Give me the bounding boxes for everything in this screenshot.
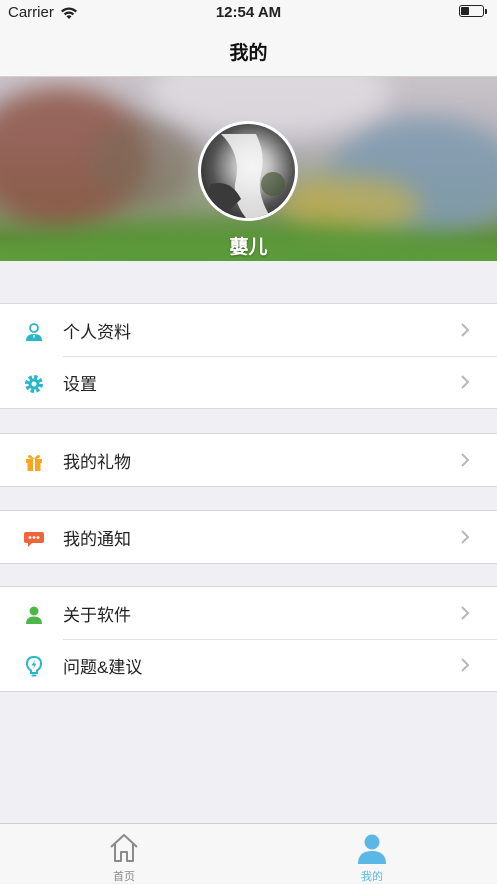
tab-bar: 首页 我的 — [0, 823, 497, 883]
status-right — [459, 5, 487, 17]
menu-item-about[interactable]: 关于软件 — [0, 587, 497, 639]
menu-item-gifts[interactable]: 我的礼物 — [0, 434, 497, 486]
chat-bubble-icon — [22, 527, 46, 551]
person-card-icon — [22, 320, 46, 344]
user-icon — [358, 834, 386, 864]
page-title: 我的 — [229, 42, 268, 64]
status-time: 12:54 AM — [215, 4, 282, 21]
gift-icon — [22, 450, 46, 474]
battery-icon — [459, 5, 484, 17]
chevron-right-icon — [461, 658, 470, 672]
nav-bar: 我的 — [0, 26, 497, 77]
menu-item-feedback-label: 问题&建议 — [63, 657, 143, 677]
battery-fill — [461, 7, 470, 15]
menu-item-notifications-label: 我的通知 — [63, 529, 131, 549]
menu-item-profile[interactable]: 个人资料 — [0, 304, 497, 356]
menu-group-notifications: 我的通知 — [0, 510, 497, 564]
chevron-right-icon — [461, 530, 470, 544]
menu-item-about-label: 关于软件 — [63, 605, 131, 625]
gear-icon — [22, 372, 46, 396]
menu-item-feedback[interactable]: 问题&建议 — [0, 639, 497, 691]
lightbulb-icon — [22, 655, 46, 679]
banner-tree-left-2 — [90, 117, 200, 207]
menu-item-notifications[interactable]: 我的通知 — [0, 511, 497, 563]
house-icon — [110, 834, 138, 862]
tab-home-label: 首页 — [113, 871, 135, 883]
person-icon — [22, 603, 46, 627]
menu-group-about: 关于软件 问题&建议 — [0, 586, 497, 692]
tab-home[interactable]: 首页 — [74, 824, 174, 884]
menu-item-settings-label: 设置 — [63, 374, 97, 394]
menu-item-profile-label: 个人资料 — [63, 322, 131, 342]
chevron-right-icon — [461, 453, 470, 467]
menu-item-gifts-label: 我的礼物 — [63, 452, 131, 472]
chevron-right-icon — [461, 606, 470, 620]
username: 蘡儿 — [229, 237, 268, 258]
menu-item-settings[interactable]: 设置 — [0, 356, 497, 408]
menu-group-account: 个人资料 设置 — [0, 303, 497, 409]
status-bar: Carrier 12:54 AM — [0, 0, 497, 26]
chevron-right-icon — [461, 323, 470, 337]
battery-cap — [485, 8, 487, 14]
tab-mine[interactable]: 我的 — [322, 824, 422, 884]
menu-group-gifts: 我的礼物 — [0, 433, 497, 487]
avatar[interactable] — [198, 121, 298, 221]
tab-mine-label: 我的 — [361, 871, 383, 883]
chevron-right-icon — [461, 375, 470, 389]
avatar-image — [201, 134, 285, 218]
